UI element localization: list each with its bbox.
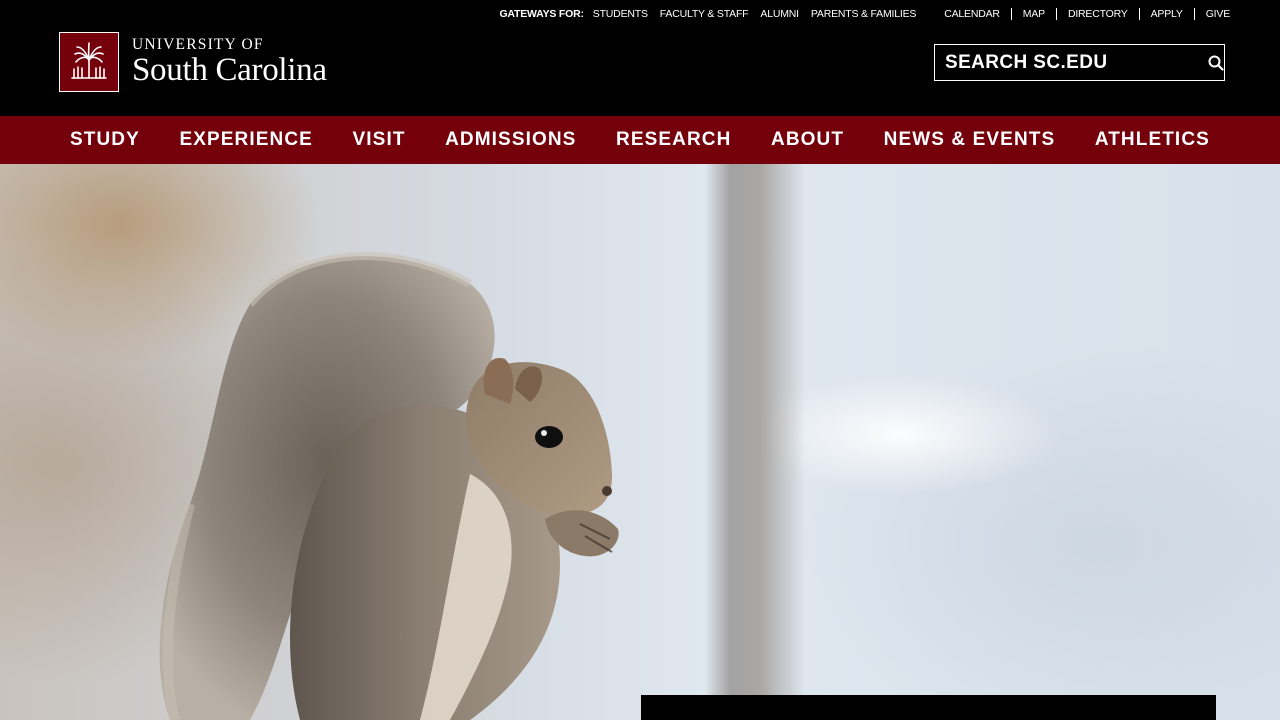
nav-item-visit[interactable]: VISIT [353,129,406,151]
utility-link-calendar[interactable]: CALENDAR [944,8,1011,20]
gateway-link-alumni[interactable]: ALUMNI [760,8,799,20]
nav-item-about[interactable]: ABOUT [771,129,844,151]
gateways-label: GATEWAYS FOR: [499,8,584,20]
nav-item-admissions[interactable]: ADMISSIONS [445,129,576,151]
search-box [934,44,1225,81]
logo-line-university-of: UNIVERSITY OF [132,36,264,54]
nav-item-experience[interactable]: EXPERIENCE [179,129,312,151]
logo-wordmark: UNIVERSITY OF South Carolina [132,37,327,87]
squirrel-photo [159,252,619,720]
search-button[interactable] [1207,46,1224,79]
hero-caption-box [641,695,1216,720]
nav-item-news-events[interactable]: NEWS & EVENTS [884,129,1056,151]
utility-link-map[interactable]: MAP [1010,8,1056,20]
university-logo[interactable]: UNIVERSITY OF South Carolina [59,32,327,92]
utility-link-apply[interactable]: APPLY [1138,8,1194,20]
nav-item-research[interactable]: RESEARCH [616,129,731,151]
search-icon [1208,55,1224,71]
gateway-link-students[interactable]: STUDENTS [593,8,648,20]
logo-line-south-carolina: South Carolina [132,51,327,88]
utility-link-directory[interactable]: DIRECTORY [1055,8,1139,20]
search-input[interactable] [935,46,1207,79]
nav-item-athletics[interactable]: ATHLETICS [1095,129,1210,151]
hero-image [0,164,1280,720]
utility-bar: GATEWAYS FOR: STUDENTS FACULTY & STAFF A… [499,6,1230,22]
utility-link-give[interactable]: GIVE [1193,8,1230,20]
nav-item-study[interactable]: STUDY [70,129,140,151]
main-nav: STUDY EXPERIENCE VISIT ADMISSIONS RESEAR… [0,116,1280,164]
palmetto-tree-icon [59,32,119,92]
gateway-link-parents-families[interactable]: PARENTS & FAMILIES [811,8,917,20]
gateway-link-faculty-staff[interactable]: FACULTY & STAFF [660,8,749,20]
site-header: GATEWAYS FOR: STUDENTS FACULTY & STAFF A… [0,0,1280,116]
